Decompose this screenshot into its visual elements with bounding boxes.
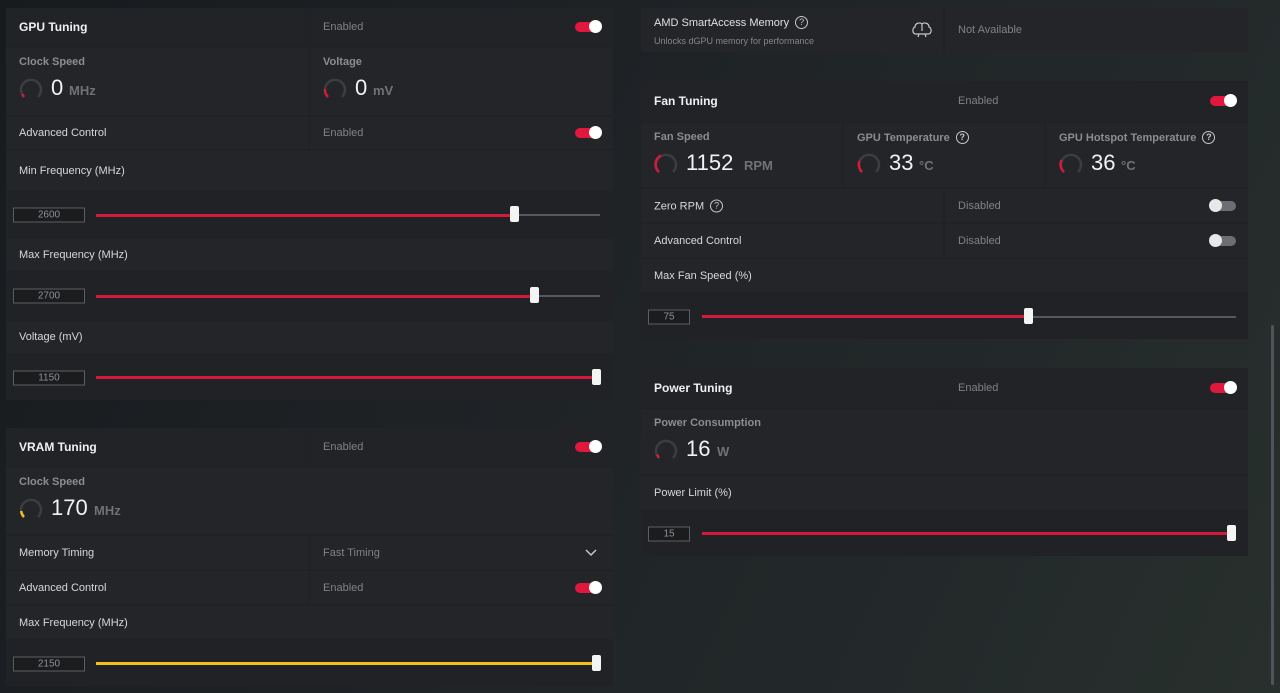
max-frequency-label: Max Frequency (MHz) <box>19 249 128 261</box>
vram-tuning-state: Enabled <box>323 441 364 453</box>
vram-max-frequency-slider-thumb[interactable] <box>592 654 601 671</box>
min-frequency-input[interactable]: 2600 <box>13 207 85 223</box>
max-frequency-slider-thumb[interactable] <box>530 287 540 303</box>
smart-access-memory-subtitle: Unlocks dGPU memory for performance <box>654 36 815 46</box>
power-limit-slider[interactable] <box>702 524 1236 541</box>
gpu-advanced-control-toggle[interactable] <box>575 126 602 139</box>
help-icon[interactable]: ? <box>1202 131 1216 144</box>
fan-speed-label: Fan Speed <box>654 131 710 143</box>
gpu-advanced-control-state: Enabled <box>323 127 364 139</box>
power-tuning-title: Power Tuning <box>654 380 733 395</box>
hotspot-temperature-unit: °C <box>1121 158 1136 173</box>
voltage-gauge-icon <box>323 78 347 98</box>
gpu-temperature-value: 33 <box>889 150 914 175</box>
vram-clock-gauge-icon <box>19 498 43 518</box>
vram-max-frequency-slider[interactable] <box>96 654 601 671</box>
vram-advanced-control-state: Enabled <box>323 581 364 594</box>
zero-rpm-state: Disabled <box>958 199 1001 212</box>
gpu-tuning-toggle[interactable] <box>575 20 602 33</box>
gpu-tuning-panel: GPU Tuning Enabled Clock Speed 0 MHz Vol… <box>6 8 613 400</box>
vram-max-frequency-label: Max Frequency (MHz) <box>19 616 128 629</box>
power-tuning-toggle[interactable] <box>1210 380 1237 394</box>
gpu-temperature-unit: °C <box>919 158 934 173</box>
voltage-slider-thumb[interactable] <box>592 368 601 385</box>
memory-timing-dropdown[interactable]: Fast Timing <box>310 536 613 569</box>
voltage-label: Voltage <box>323 56 362 68</box>
zero-rpm-label: Zero RPM <box>654 200 705 212</box>
vram-max-frequency-input[interactable]: 2150 <box>13 656 85 671</box>
voltage-slider[interactable] <box>96 368 601 385</box>
power-limit-input[interactable]: 15 <box>648 526 690 541</box>
vertical-scrollbar[interactable] <box>1271 325 1274 685</box>
smart-access-memory-title: AMD SmartAccess Memory <box>654 17 790 29</box>
max-fan-speed-input[interactable]: 75 <box>648 309 690 324</box>
help-icon[interactable]: ? <box>955 131 969 144</box>
gpu-temperature-label: GPU Temperature <box>857 132 950 144</box>
chevron-down-icon <box>585 548 597 556</box>
vram-clock-speed-unit: MHz <box>94 503 121 518</box>
zero-rpm-toggle[interactable] <box>1209 198 1236 212</box>
vram-tuning-title: VRAM Tuning <box>19 440 97 454</box>
power-consumption-label: Power Consumption <box>654 417 761 429</box>
smart-access-memory-panel: AMD SmartAccess Memory? Unlocks dGPU mem… <box>641 8 1248 52</box>
power-consumption-gauge-icon <box>654 439 678 459</box>
voltage-slider-label: Voltage (mV) <box>19 331 83 343</box>
fan-tuning-toggle[interactable] <box>1210 94 1237 107</box>
vram-tuning-toggle[interactable] <box>575 440 602 453</box>
min-frequency-slider[interactable] <box>96 206 600 222</box>
help-icon[interactable]: ? <box>795 16 809 29</box>
fan-speed-gauge-icon <box>654 153 678 173</box>
vram-tuning-panel: VRAM Tuning Enabled Clock Speed 170 MHz … <box>6 428 613 686</box>
gpu-temperature-gauge-icon <box>857 153 881 173</box>
voltage-unit: mV <box>373 83 394 98</box>
max-frequency-input[interactable]: 2700 <box>13 288 85 304</box>
voltage-value: 0 <box>355 75 368 100</box>
hotspot-temperature-label: GPU Hotspot Temperature <box>1059 132 1197 144</box>
power-consumption-unit: W <box>717 444 730 459</box>
smart-access-memory-state: Not Available <box>958 24 1023 36</box>
fan-speed-unit: RPM <box>744 158 773 173</box>
power-consumption-value: 16 <box>686 436 711 461</box>
fan-tuning-state: Enabled <box>958 95 999 107</box>
fan-advanced-control-state: Disabled <box>958 234 1001 247</box>
min-frequency-label: Min Frequency (MHz) <box>19 165 125 177</box>
max-frequency-slider[interactable] <box>96 287 600 303</box>
vram-clock-speed-value: 170 <box>51 495 88 520</box>
fan-tuning-panel: Fan Tuning Enabled Fan Speed 1152 RPM GP… <box>641 81 1248 339</box>
fan-speed-value: 1152 <box>686 150 734 175</box>
clock-speed-value: 0 <box>51 75 64 100</box>
voltage-input[interactable]: 1150 <box>13 370 85 385</box>
power-tuning-panel: Power Tuning Enabled Power Consumption 1… <box>641 368 1248 556</box>
power-tuning-state: Enabled <box>958 381 999 394</box>
max-fan-speed-label: Max Fan Speed (%) <box>654 269 752 282</box>
clock-speed-unit: MHz <box>69 83 96 98</box>
memory-timing-value: Fast Timing <box>323 546 380 559</box>
clock-speed-gauge-icon <box>19 78 43 98</box>
fan-advanced-control-toggle[interactable] <box>1209 233 1236 247</box>
vram-clock-speed-label: Clock Speed <box>19 476 86 488</box>
min-frequency-slider-thumb[interactable] <box>510 206 520 222</box>
gpu-advanced-control-label: Advanced Control <box>19 127 107 139</box>
power-limit-slider-thumb[interactable] <box>1227 524 1236 541</box>
gpu-tuning-state: Enabled <box>323 21 364 33</box>
hotspot-temperature-gauge-icon <box>1059 153 1083 173</box>
gpu-tuning-title: GPU Tuning <box>19 20 88 34</box>
vram-advanced-control-label: Advanced Control <box>19 581 107 594</box>
hotspot-temperature-value: 36 <box>1091 150 1116 175</box>
clock-speed-label: Clock Speed <box>19 56 86 68</box>
power-limit-label: Power Limit (%) <box>654 486 732 499</box>
memory-timing-label: Memory Timing <box>19 546 95 559</box>
max-fan-speed-slider-thumb[interactable] <box>1023 307 1033 324</box>
help-icon[interactable]: ? <box>710 199 724 212</box>
fan-advanced-control-label: Advanced Control <box>654 234 742 247</box>
brain-icon <box>912 22 932 38</box>
fan-tuning-title: Fan Tuning <box>654 94 718 108</box>
max-fan-speed-slider[interactable] <box>702 307 1236 324</box>
vram-advanced-control-toggle[interactable] <box>575 580 602 594</box>
